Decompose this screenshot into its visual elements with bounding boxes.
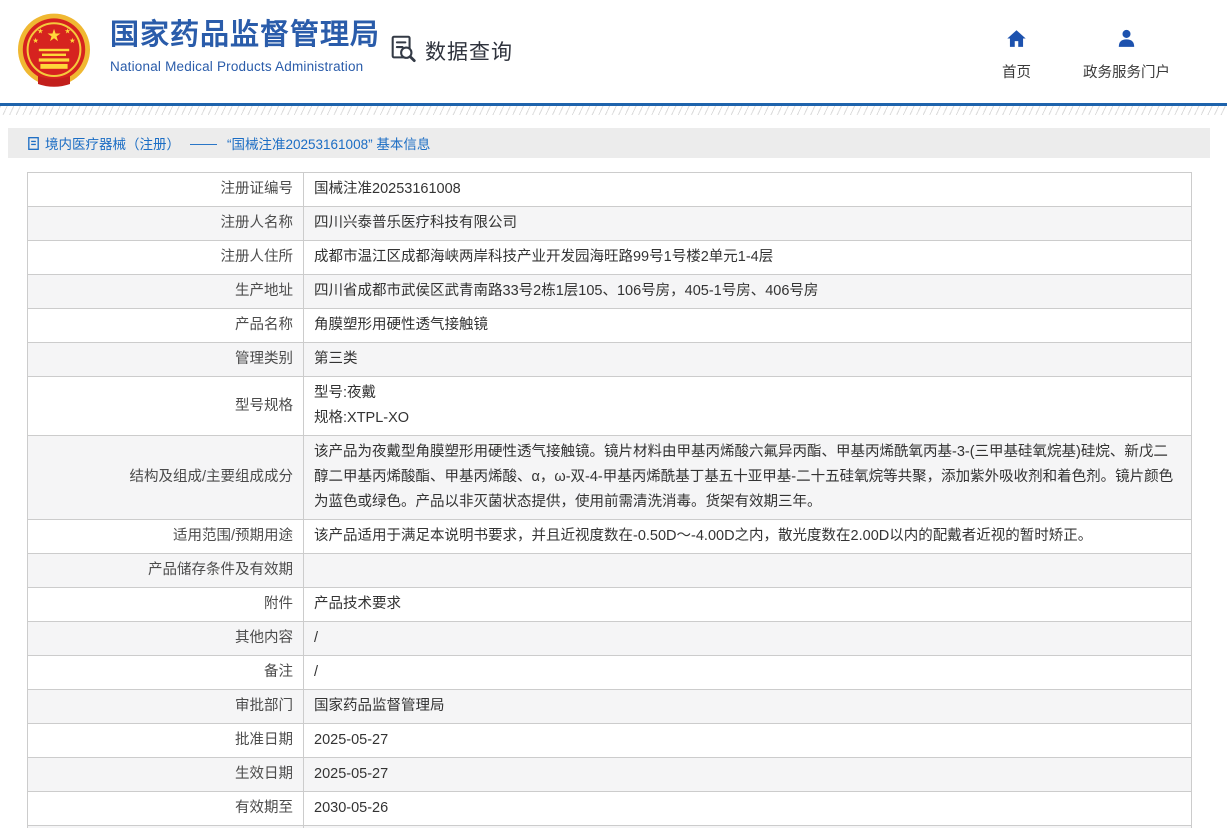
table-row: 批准日期 2025-05-27 xyxy=(28,724,1192,758)
svg-text:★: ★ xyxy=(69,36,75,45)
table-row: 审批部门 国家药品监督管理局 xyxy=(28,690,1192,724)
field-value: 该产品为夜戴型角膜塑形用硬性透气接触镜。镜片材料由甲基丙烯酸六氟异丙酯、甲基丙烯… xyxy=(304,436,1192,520)
svg-text:★: ★ xyxy=(37,27,43,36)
site-header: ★ ★ ★ ★ ★ 国家药品监督管理局 National Medical Pro… xyxy=(0,0,1227,103)
field-value: 第三类 xyxy=(304,343,1192,377)
field-label: 批准日期 xyxy=(28,724,304,758)
field-value: 国家药品监督管理局 xyxy=(304,690,1192,724)
table-row: 生效日期 2025-05-27 xyxy=(28,758,1192,792)
org-names: 国家药品监督管理局 National Medical Products Admi… xyxy=(110,17,380,74)
document-icon xyxy=(26,136,41,151)
field-label: 审批部门 xyxy=(28,690,304,724)
org-name-en: National Medical Products Administration xyxy=(110,59,380,74)
registration-info-table: 注册证编号 国械注准20253161008 注册人名称 四川兴泰普乐医疗科技有限… xyxy=(27,172,1192,828)
breadcrumb-root-link[interactable]: 境内医疗器械（注册） xyxy=(45,133,180,153)
page: ★ ★ ★ ★ ★ 国家药品监督管理局 National Medical Pro… xyxy=(0,0,1227,828)
table-row: 结构及组成/主要组成成分 该产品为夜戴型角膜塑形用硬性透气接触镜。镜片材料由甲基… xyxy=(28,436,1192,520)
field-value: 型号:夜戴 规格:XTPL-XO xyxy=(304,377,1192,436)
field-value: 产品技术要求 xyxy=(304,588,1192,622)
header-nav: 首页 政务服务门户 xyxy=(1002,28,1170,82)
national-emblem-icon: ★ ★ ★ ★ ★ xyxy=(14,80,94,97)
data-query-link[interactable]: 数据查询 xyxy=(388,33,513,68)
field-value: 成都市温江区成都海峡两岸科技产业开发园海旺路99号1号楼2单元1-4层 xyxy=(304,241,1192,275)
breadcrumb-separator: —— xyxy=(190,136,217,151)
field-label: 注册人住所 xyxy=(28,241,304,275)
nmpa-logo[interactable]: ★ ★ ★ ★ ★ xyxy=(14,11,94,93)
field-value: 角膜塑形用硬性透气接触镜 xyxy=(304,309,1192,343)
table-row: 生产地址 四川省成都市武侯区武青南路33号2栋1层105、106号房，405-1… xyxy=(28,275,1192,309)
table-row: 适用范围/预期用途 该产品适用于满足本说明书要求，并且近视度数在-0.50D～-… xyxy=(28,520,1192,554)
field-label: 产品储存条件及有效期 xyxy=(28,554,304,588)
home-icon xyxy=(1006,28,1027,54)
nav-gov-portal-label: 政务服务门户 xyxy=(1083,61,1170,82)
field-value: 2030-05-26 xyxy=(304,792,1192,826)
nav-item-home[interactable]: 首页 xyxy=(1002,28,1031,82)
nav-item-gov-portal[interactable]: 政务服务门户 xyxy=(1083,28,1170,82)
table-row: 注册人名称 四川兴泰普乐医疗科技有限公司 xyxy=(28,207,1192,241)
table-row: 附件 产品技术要求 xyxy=(28,588,1192,622)
field-value: 四川兴泰普乐医疗科技有限公司 xyxy=(304,207,1192,241)
nav-home-label: 首页 xyxy=(1002,61,1031,82)
field-label: 生效日期 xyxy=(28,758,304,792)
org-name-zh: 国家药品监督管理局 xyxy=(110,17,380,53)
field-label: 结构及组成/主要组成成分 xyxy=(28,436,304,520)
svg-text:★: ★ xyxy=(64,27,70,36)
field-value: / xyxy=(304,656,1192,690)
field-label: 其他内容 xyxy=(28,622,304,656)
table-row: 注册人住所 成都市温江区成都海峡两岸科技产业开发园海旺路99号1号楼2单元1-4… xyxy=(28,241,1192,275)
table-row: 产品储存条件及有效期 xyxy=(28,554,1192,588)
field-value: 四川省成都市武侯区武青南路33号2栋1层105、106号房，405-1号房、40… xyxy=(304,275,1192,309)
table-row: 型号规格 型号:夜戴 规格:XTPL-XO xyxy=(28,377,1192,436)
table-row: 备注 / xyxy=(28,656,1192,690)
svg-text:★: ★ xyxy=(46,26,61,45)
field-value xyxy=(304,554,1192,588)
registration-table-body: 注册证编号 国械注准20253161008 注册人名称 四川兴泰普乐医疗科技有限… xyxy=(28,173,1192,828)
field-label: 备注 xyxy=(28,656,304,690)
field-value: 2025-05-27 xyxy=(304,724,1192,758)
table-row: 其他内容 / xyxy=(28,622,1192,656)
breadcrumb: 境内医疗器械（注册） —— “国械注准20253161008” 基本信息 xyxy=(8,128,1210,158)
breadcrumb-current: “国械注准20253161008” 基本信息 xyxy=(227,133,430,153)
field-value: / xyxy=(304,622,1192,656)
user-icon xyxy=(1116,28,1137,54)
field-label: 生产地址 xyxy=(28,275,304,309)
field-value: 2025-05-27 xyxy=(304,758,1192,792)
table-row: 有效期至 2030-05-26 xyxy=(28,792,1192,826)
table-row: 产品名称 角膜塑形用硬性透气接触镜 xyxy=(28,309,1192,343)
data-query-label: 数据查询 xyxy=(425,36,513,66)
table-row: 注册证编号 国械注准20253161008 xyxy=(28,173,1192,207)
field-label: 有效期至 xyxy=(28,792,304,826)
table-row: 管理类别 第三类 xyxy=(28,343,1192,377)
field-value: 该产品适用于满足本说明书要求，并且近视度数在-0.50D～-4.00D之内，散光… xyxy=(304,520,1192,554)
doc-search-icon xyxy=(388,33,418,68)
field-label: 产品名称 xyxy=(28,309,304,343)
field-label: 附件 xyxy=(28,588,304,622)
header-hatch-strip xyxy=(0,106,1227,115)
svg-text:★: ★ xyxy=(32,36,38,45)
field-label: 适用范围/预期用途 xyxy=(28,520,304,554)
field-value: 国械注准20253161008 xyxy=(304,173,1192,207)
field-label: 管理类别 xyxy=(28,343,304,377)
field-label: 注册证编号 xyxy=(28,173,304,207)
field-label: 型号规格 xyxy=(28,377,304,436)
field-label: 注册人名称 xyxy=(28,207,304,241)
